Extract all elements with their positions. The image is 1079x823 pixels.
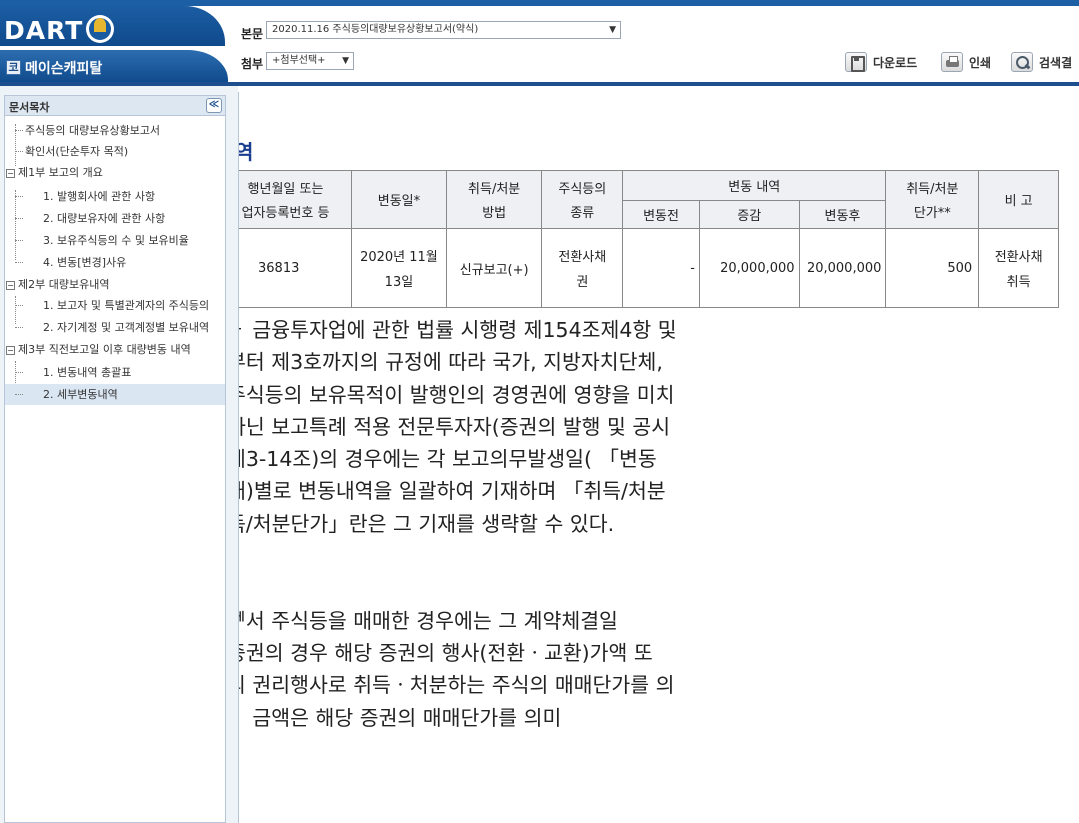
attach-label: 첨부	[241, 57, 264, 71]
footnote-line: 의 권리행사로 취득ㆍ처분하는 주식의 매매단가를 의	[238, 673, 675, 698]
footnote-line: 제3-14조)의 경우에는 각 보고의무발생일( 「변동	[238, 447, 657, 472]
dart-logo[interactable]: DART	[4, 16, 83, 45]
search-result-button[interactable]: 검색결	[1011, 51, 1072, 73]
toc-item-holder[interactable]: 2. 대량보유자에 관한 사항	[5, 208, 225, 229]
search-icon	[1011, 52, 1033, 72]
company-name: 메이슨캐피탈	[25, 61, 103, 77]
footnote-line: 증권의 경우 해당 증권의 행사(전환ㆍ교환)가액 또	[238, 640, 653, 665]
table-header: 변동전	[622, 200, 700, 229]
dart-logo-icon	[86, 15, 114, 43]
table-header: 취득/처분 단가**	[885, 170, 980, 229]
toc-panel: 문서목차 ≪ 주식등의 대량보유상황보고서 확인서(단순투자 목적) − 제1부 …	[4, 95, 226, 823]
table-header: 주식등의 종류	[541, 170, 624, 229]
toc-item-part1[interactable]: − 제1부 보고의 개요	[5, 162, 225, 183]
table-cell: 신규보고(+)	[445, 228, 543, 308]
table-cell: 전환사채 취득	[978, 228, 1059, 308]
dart-viewer: { "header": { "logo": "DART", "company_n…	[0, 0, 1079, 823]
footnote-line: ㅣ 금액은 해당 증권의 매매단가를 의미	[238, 705, 562, 730]
brand-banner: DART	[0, 6, 225, 46]
chevron-down-icon: ▼	[609, 25, 616, 35]
company-icon: 코	[6, 60, 21, 75]
printer-icon	[941, 52, 963, 72]
attach-value: +첨부선택+	[272, 55, 326, 66]
table-header: 변동일*	[351, 170, 447, 229]
change-detail-table: 행년월일 또는 업자등록번호 등 변동일* 취득/처분 방법 주식등의 종류 변…	[239, 170, 1059, 308]
table-cell: 전환사채 권	[541, 228, 624, 308]
main-doc-label: 본문	[241, 27, 264, 41]
toc-header: 문서목차 ≪	[5, 96, 225, 116]
footnote-line: 아닌 보고특례 적용 전문투자자(증권의 발행 및 공시	[238, 414, 671, 439]
table-header: 비 고	[978, 170, 1059, 229]
toc-item-report[interactable]: 주식등의 대량보유상황보고서	[5, 120, 225, 141]
table-cell: 20,000,000	[698, 228, 800, 308]
toc-item-issuer[interactable]: 1. 발행회사에 관한 사항	[5, 186, 225, 207]
main-doc-select[interactable]: 2020.11.16 주식등의대량보유상황보고서(약식) ▼	[266, 21, 621, 39]
section-heading: 역	[239, 136, 253, 165]
toc-item-part3[interactable]: − 제3부 직전보고일 이후 대량변동 내역	[5, 339, 225, 360]
toc-item-summary[interactable]: 1. 변동내역 총괄표	[5, 362, 225, 383]
footnote-line: ㅏ 금융투자업에 관한 법률 시행령 제154조제4항 및	[238, 318, 677, 342]
search-result-label: 검색결	[1039, 55, 1073, 70]
print-label: 인쇄	[969, 55, 992, 70]
toc-item-accounts[interactable]: 2. 자기계정 및 고객계정별 보유내역	[5, 317, 225, 338]
table-cell: 36813	[239, 228, 353, 308]
collapse-icon[interactable]: −	[6, 345, 15, 355]
footnote-line: 득/처분단가」란은 그 기재를 생략할 수 있다.	[238, 511, 615, 536]
footnote-line	[239, 540, 677, 572]
table-cell: 2020년 11월 13일	[351, 228, 447, 308]
collapse-button[interactable]: ≪	[206, 98, 222, 113]
toc-title: 문서목차	[9, 101, 50, 114]
footnote-line	[239, 572, 677, 604]
table-cell: 500	[885, 228, 980, 308]
save-icon	[845, 52, 867, 72]
toc-item-reason[interactable]: 4. 변동[변경]사유	[5, 252, 225, 273]
toc-item-confirmation[interactable]: 확인서(단순투자 목적)	[5, 141, 225, 162]
table-header: 취득/처분 방법	[445, 170, 543, 229]
footnote-line: 재)별로 변동내역을 일괄하여 기재하며 「취득/처분	[238, 479, 666, 504]
chevron-down-icon: ▼	[342, 56, 349, 66]
table-header: 변동후	[798, 200, 887, 229]
document-viewer[interactable]: 역 행년월일 또는 업자등록번호 등 변동일* 취득/처분 방법 주식등의 종류	[238, 92, 1079, 823]
table-header: 변동 내역	[622, 170, 887, 201]
table-header: 증감	[698, 200, 800, 229]
table-row: 36813 2020년 11월 13일 신규보고(+) 전환사채 권 - 20,…	[239, 228, 1059, 308]
toc-item-details[interactable]: 2. 세부변동내역	[5, 384, 225, 405]
toc-item-shares[interactable]: 3. 보유주식등의 수 및 보유비율	[5, 230, 225, 251]
footnote-line: ᅦ서 주식등을 매매한 경우에는 그 계약체결일	[238, 608, 618, 633]
footnotes: ㅏ 금융투자업에 관한 법률 시행령 제154조제4항 및 부터 제3호까지의 …	[238, 314, 677, 734]
footnote-line: 주식등의 보유목적이 발행인의 경영권에 영향을 미치	[238, 382, 675, 407]
table-cell: -	[622, 228, 700, 308]
table-header: 행년월일 또는 업자등록번호 등	[239, 170, 353, 229]
main-doc-value: 2020.11.16 주식등의대량보유상황보고서(약식)	[272, 24, 479, 35]
table-cell: 20,000,000	[798, 228, 887, 308]
download-button[interactable]: 다운로드	[845, 51, 917, 73]
toc-item-related-parties[interactable]: 1. 보고자 및 특별관계자의 주식등의	[5, 295, 225, 316]
footnote-line: 부터 제3호까지의 규정에 따라 국가, 지방자치단체,	[238, 350, 663, 375]
toc-item-part2[interactable]: − 제2부 대량보유내역	[5, 274, 225, 295]
attach-select[interactable]: +첨부선택+ ▼	[266, 52, 354, 70]
collapse-icon[interactable]: −	[6, 168, 15, 178]
print-button[interactable]: 인쇄	[941, 51, 991, 73]
collapse-icon[interactable]: −	[6, 280, 15, 290]
download-label: 다운로드	[873, 55, 918, 70]
